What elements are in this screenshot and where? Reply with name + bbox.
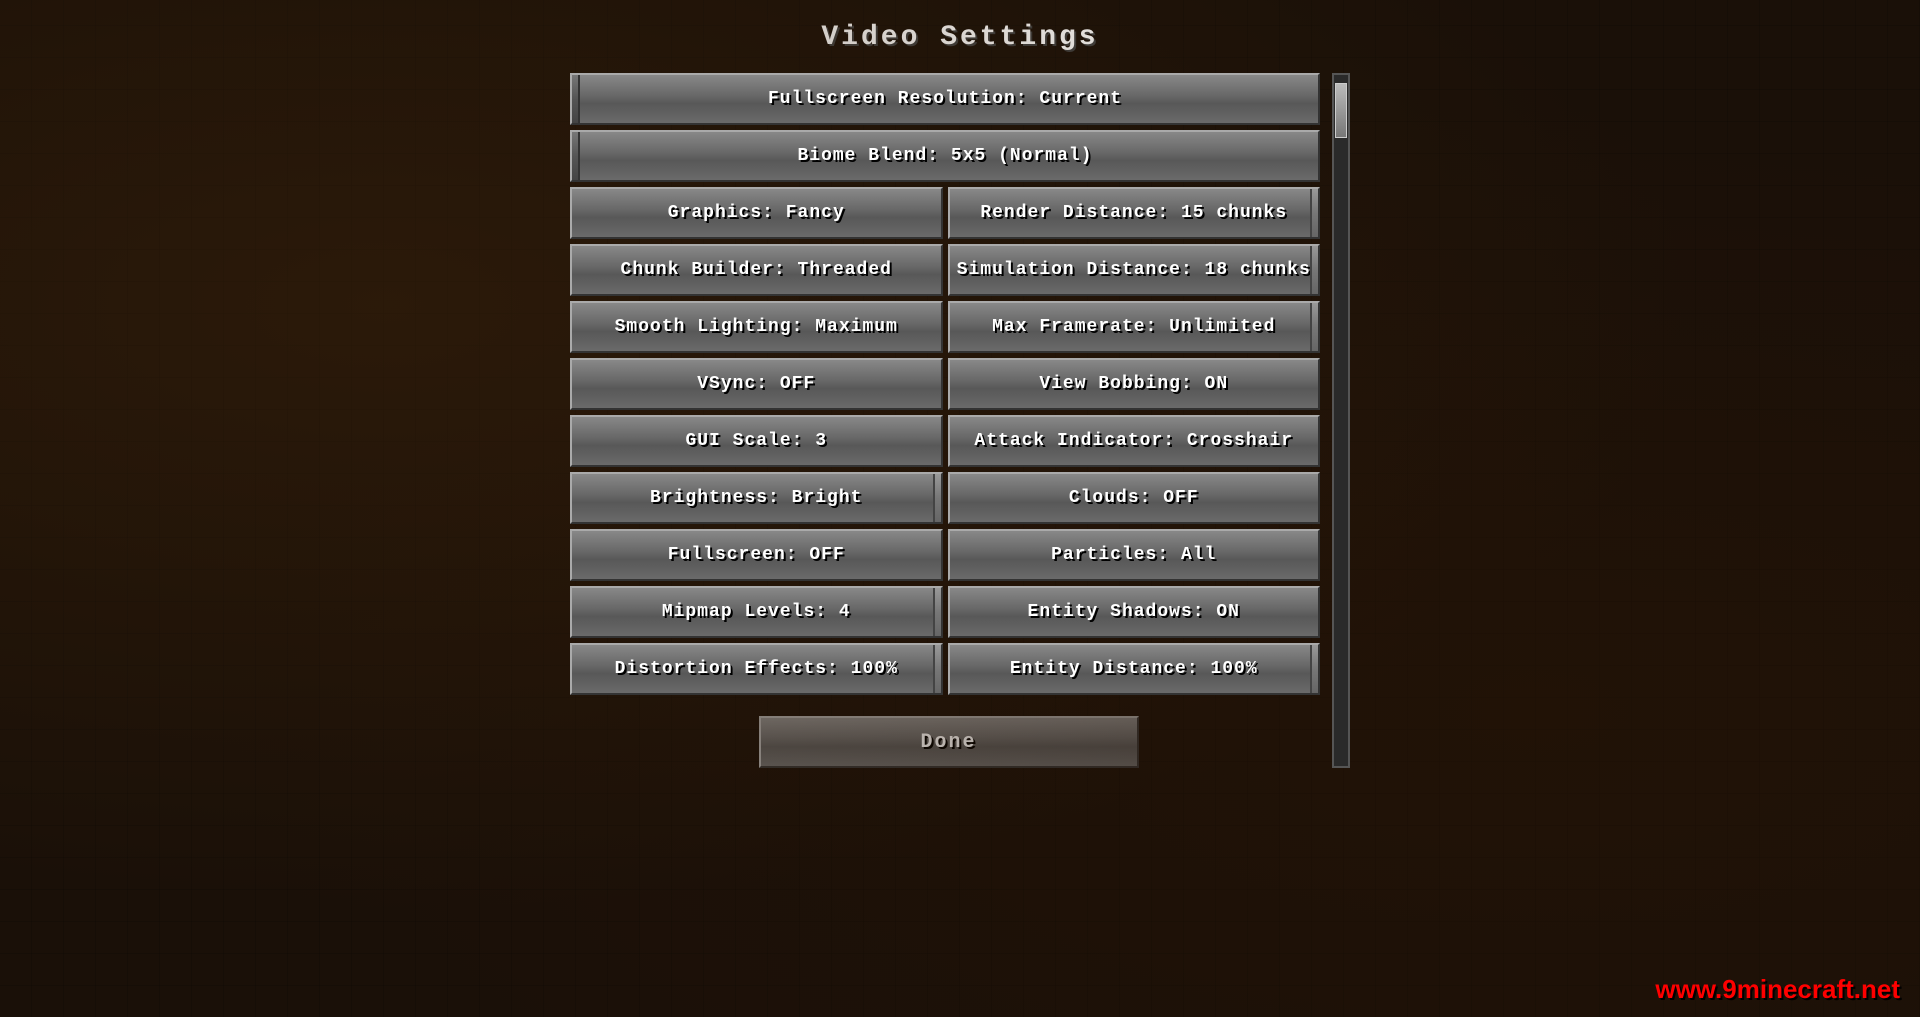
chunk-simulation-row: Chunk Builder: Threaded Simulation Dista… xyxy=(570,244,1320,296)
render-distance-slider xyxy=(1310,189,1318,237)
simulation-distance-button[interactable]: Simulation Distance: 18 chunks xyxy=(948,244,1321,296)
distortion-effects-button[interactable]: Distortion Effects: 100% xyxy=(570,643,943,695)
fullscreen-resolution-row: Fullscreen Resolution: Current xyxy=(570,73,1320,125)
graphics-render-row: Graphics: Fancy Render Distance: 15 chun… xyxy=(570,187,1320,239)
clouds-button[interactable]: Clouds: OFF xyxy=(948,472,1321,524)
entity-distance-slider xyxy=(1310,645,1318,693)
fullscreen-resolution-button[interactable]: Fullscreen Resolution: Current xyxy=(570,73,1320,125)
watermark: www.9minecraft.net xyxy=(1655,974,1900,1005)
biome-blend-row: Biome Blend: 5x5 (Normal) xyxy=(570,130,1320,182)
mipmap-shadows-row: Mipmap Levels: 4 Entity Shadows: ON xyxy=(570,586,1320,638)
vsync-bobbing-row: VSync: OFF View Bobbing: ON xyxy=(570,358,1320,410)
graphics-button[interactable]: Graphics: Fancy xyxy=(570,187,943,239)
mipmap-slider xyxy=(933,588,941,636)
smooth-lighting-button[interactable]: Smooth Lighting: Maximum xyxy=(570,301,943,353)
max-framerate-slider xyxy=(1310,303,1318,351)
biome-blend-button[interactable]: Biome Blend: 5x5 (Normal) xyxy=(570,130,1320,182)
particles-button[interactable]: Particles: All xyxy=(948,529,1321,581)
done-button[interactable]: Done xyxy=(759,716,1139,768)
fullscreen-button[interactable]: Fullscreen: OFF xyxy=(570,529,943,581)
settings-wrapper: Fullscreen Resolution: Current Biome Ble… xyxy=(570,73,1350,768)
gui-scale-button[interactable]: GUI Scale: 3 xyxy=(570,415,943,467)
brightness-button[interactable]: Brightness: Bright xyxy=(570,472,943,524)
brightness-slider xyxy=(933,474,941,522)
page-title: Video Settings xyxy=(821,22,1098,53)
gui-attack-row: GUI Scale: 3 Attack Indicator: Crosshair xyxy=(570,415,1320,467)
entity-distance-button[interactable]: Entity Distance: 100% xyxy=(948,643,1321,695)
settings-list: Fullscreen Resolution: Current Biome Ble… xyxy=(570,73,1327,768)
render-distance-button[interactable]: Render Distance: 15 chunks xyxy=(948,187,1321,239)
brightness-clouds-row: Brightness: Bright Clouds: OFF xyxy=(570,472,1320,524)
entity-shadows-button[interactable]: Entity Shadows: ON xyxy=(948,586,1321,638)
scrollbar[interactable] xyxy=(1332,73,1350,768)
lighting-framerate-row: Smooth Lighting: Maximum Max Framerate: … xyxy=(570,301,1320,353)
distortion-slider xyxy=(933,645,941,693)
left-accent xyxy=(572,75,580,123)
view-bobbing-button[interactable]: View Bobbing: ON xyxy=(948,358,1321,410)
chunk-builder-button[interactable]: Chunk Builder: Threaded xyxy=(570,244,943,296)
vsync-button[interactable]: VSync: OFF xyxy=(570,358,943,410)
distortion-entity-row: Distortion Effects: 100% Entity Distance… xyxy=(570,643,1320,695)
mipmap-levels-button[interactable]: Mipmap Levels: 4 xyxy=(570,586,943,638)
max-framerate-button[interactable]: Max Framerate: Unlimited xyxy=(948,301,1321,353)
fullscreen-particles-row: Fullscreen: OFF Particles: All xyxy=(570,529,1320,581)
attack-indicator-button[interactable]: Attack Indicator: Crosshair xyxy=(948,415,1321,467)
scrollbar-handle[interactable] xyxy=(1335,83,1347,138)
watermark-text: www.9minecraft.net xyxy=(1655,974,1900,1004)
left-accent-biome xyxy=(572,132,580,180)
simulation-distance-slider xyxy=(1310,246,1318,294)
